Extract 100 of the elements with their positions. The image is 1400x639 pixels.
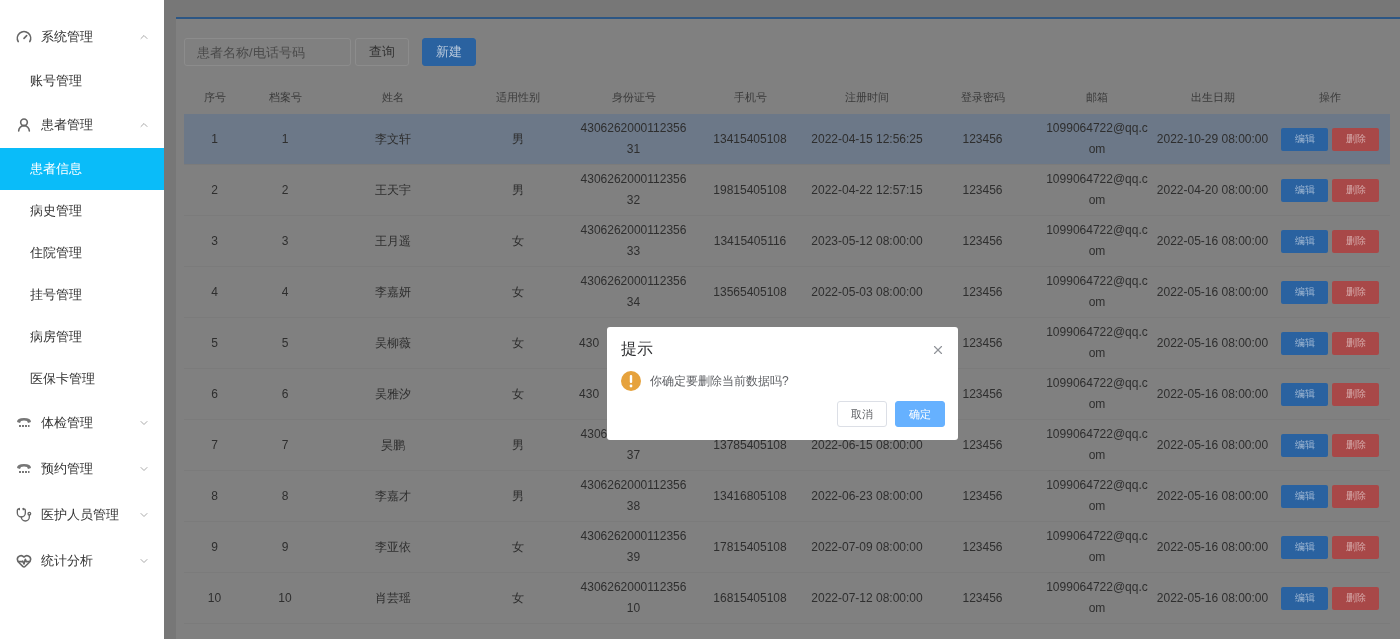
query-button[interactable]: 查询	[355, 38, 409, 66]
table-cell-text: 3	[211, 232, 218, 250]
table-cell-text: 430	[579, 385, 600, 403]
column-header: 操作	[1270, 80, 1390, 114]
edit-button[interactable]: 编辑	[1281, 127, 1328, 151]
sidebar-group[interactable]: 患者管理	[0, 102, 164, 148]
table-cell-text: 16815405108	[713, 589, 787, 607]
table-cell-text: 5	[211, 334, 218, 352]
table-cell-text: 2022-05-03 08:00:00	[811, 283, 923, 301]
table-cell-text: 女	[511, 334, 524, 352]
table-cell-text: 1099064722@qq.com	[1045, 528, 1149, 566]
table-cell-text: 1099064722@qq.com	[1045, 171, 1149, 209]
table-cell-text: 5	[281, 334, 289, 352]
column-header: 登录密码	[926, 80, 1039, 114]
edit-button[interactable]: 编辑	[1281, 382, 1328, 406]
table-cell-text: 123456	[962, 385, 1003, 403]
table-cell-text: 8	[281, 487, 289, 505]
table-cell-text: 1	[211, 130, 218, 148]
table-cell-text: 123456	[962, 436, 1003, 454]
table-cell-text: 吴雅汐	[374, 385, 411, 403]
table-cell-text: 女	[511, 538, 524, 556]
table-cell-text: 13416805108	[713, 487, 787, 505]
table-cell-text: 430626200011235639	[579, 528, 688, 566]
edit-button[interactable]: 编辑	[1281, 331, 1328, 355]
edit-button[interactable]: 编辑	[1281, 229, 1328, 253]
sidebar-group-label: 预约管理	[41, 460, 94, 478]
table-cell-text: 13415405108	[713, 130, 787, 148]
heart-pulse-icon	[16, 553, 32, 569]
delete-button[interactable]: 删除	[1332, 535, 1379, 559]
table-cell-text: 13785405108	[713, 436, 787, 454]
edit-button[interactable]: 编辑	[1281, 586, 1328, 610]
table-cell-text: 王天宇	[374, 181, 411, 199]
table-cell-text: 123456	[962, 283, 1003, 301]
table-cell-text: 男	[511, 130, 524, 148]
table-cell-text: 123456	[962, 181, 1003, 199]
table-cell-text: 1099064722@qq.com	[1045, 120, 1149, 158]
table-cell-text: 女	[511, 589, 524, 607]
table-cell-text: 123456	[962, 589, 1003, 607]
delete-button[interactable]: 删除	[1332, 178, 1379, 202]
table-cell-text: 2	[281, 181, 289, 199]
table-cell-text: 女	[511, 385, 524, 403]
delete-button[interactable]: 删除	[1332, 331, 1379, 355]
sidebar-group-label: 医护人员管理	[41, 506, 120, 524]
table-cell-text: 男	[511, 436, 524, 454]
table-cell-text: 123456	[962, 487, 1003, 505]
table-cell-text: 7	[211, 436, 218, 454]
table-cell-text: 2022-05-16 08:00:00	[1156, 334, 1269, 352]
table-cell-text: 430626200011235633	[579, 222, 688, 260]
table-cell-text: 2022-05-16 08:00:00	[1156, 487, 1269, 505]
edit-button[interactable]: 编辑	[1281, 484, 1328, 508]
table-cell-text: 19815405108	[713, 181, 787, 199]
delete-button[interactable]: 删除	[1332, 127, 1379, 151]
table-cell-text: 女	[511, 232, 524, 250]
sidebar-group[interactable]: 系统管理	[0, 14, 164, 60]
sidebar-group[interactable]: 预约管理	[0, 446, 164, 492]
table-cell-text: 1099064722@qq.com	[1045, 222, 1149, 260]
sidebar-item[interactable]: 患者信息	[0, 148, 164, 190]
table-cell-text: 李文轩	[374, 130, 411, 148]
table-cell-text: 430626200011235634	[579, 273, 688, 311]
table-cell-text: 10	[278, 589, 292, 607]
sidebar-group-label: 患者管理	[41, 116, 94, 134]
delete-button[interactable]: 删除	[1332, 280, 1379, 304]
sidebar-group-label: 体检管理	[41, 414, 94, 432]
edit-button[interactable]: 编辑	[1281, 433, 1328, 457]
new-button[interactable]: 新建	[422, 38, 476, 66]
dialog-title: 提示	[621, 339, 653, 359]
table-cell-text: 1099064722@qq.com	[1045, 579, 1149, 617]
warning-icon	[621, 371, 641, 391]
table-cell-text: 13565405108	[713, 283, 787, 301]
table-cell-text: 2022-06-23 08:00:00	[811, 487, 923, 505]
table-cell-text: 123456	[962, 130, 1003, 148]
delete-button[interactable]: 删除	[1332, 484, 1379, 508]
edit-button[interactable]: 编辑	[1281, 535, 1328, 559]
table-cell-text: 3	[281, 232, 289, 250]
stethoscope-icon	[16, 507, 32, 523]
edit-button[interactable]: 编辑	[1281, 178, 1328, 202]
table-cell-text: 1099064722@qq.com	[1045, 273, 1149, 311]
table-cell-text: 123456	[962, 232, 1003, 250]
sidebar-group[interactable]: 体检管理	[0, 400, 164, 446]
delete-button[interactable]: 删除	[1332, 382, 1379, 406]
column-header: 出生日期	[1155, 80, 1270, 114]
table-cell-text: 2022-05-16 08:00:00	[1156, 589, 1269, 607]
confirm-button[interactable]: 确定	[895, 401, 945, 427]
table-cell-text: 9	[211, 538, 218, 556]
table-cell-text: 2022-07-09 08:00:00	[811, 538, 923, 556]
table-cell-text: 李亚依	[374, 538, 411, 556]
table-cell-text: 2022-05-16 08:00:00	[1156, 232, 1269, 250]
table-cell-text: 7	[281, 436, 289, 454]
delete-button[interactable]: 删除	[1332, 229, 1379, 253]
table-cell-text: 男	[511, 487, 524, 505]
sidebar-group[interactable]: 医护人员管理	[0, 492, 164, 538]
delete-button[interactable]: 删除	[1332, 433, 1379, 457]
sidebar-group[interactable]: 统计分析	[0, 538, 164, 584]
table-cell-text: 2022-05-16 08:00:00	[1156, 538, 1269, 556]
delete-button[interactable]: 删除	[1332, 586, 1379, 610]
table-cell-text: 123456	[962, 538, 1003, 556]
table-cell-text: 王月遥	[374, 232, 411, 250]
cancel-button[interactable]: 取消	[837, 401, 887, 427]
table-cell-text: 2022-10-29 08:00:00	[1156, 130, 1269, 148]
edit-button[interactable]: 编辑	[1281, 280, 1328, 304]
